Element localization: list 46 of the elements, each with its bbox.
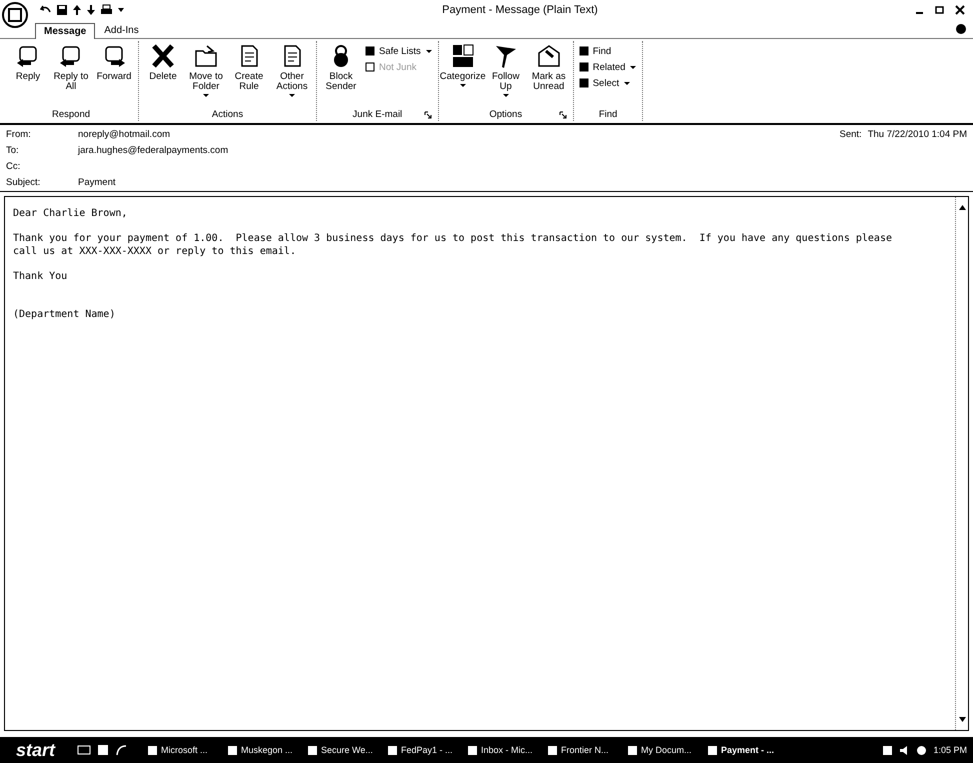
- ribbon-tab[interactable]: Message: [35, 23, 96, 39]
- ribbon-button[interactable]: Select: [578, 77, 638, 89]
- ribbon-button[interactable]: Block Sender: [321, 41, 361, 108]
- ribbon-button[interactable]: Find: [578, 45, 638, 57]
- ribbon-button[interactable]: Create Rule: [229, 41, 269, 108]
- group-label: Junk E-mail: [352, 109, 402, 120]
- taskbar-button[interactable]: FedPay1 - ...: [385, 742, 458, 758]
- body-text: Thank You: [13, 270, 68, 283]
- taskbar-button[interactable]: Microsoft ...: [145, 742, 218, 758]
- group-label: Respond: [52, 109, 90, 120]
- ribbon-button[interactable]: Move to Folder: [186, 41, 226, 108]
- header-label: Subject:: [6, 177, 42, 189]
- ribbon-button[interactable]: Forward: [94, 41, 134, 108]
- group-label: Options: [489, 109, 522, 120]
- start-button[interactable]: start: [0, 737, 70, 763]
- group-label: Actions: [212, 109, 244, 120]
- ribbon-button[interactable]: Other Actions: [272, 41, 312, 108]
- taskbar-button[interactable]: Frontier N...: [545, 742, 618, 758]
- header-value: jara.hughes@federalpayments.com: [78, 145, 228, 157]
- taskbar-button[interactable]: Payment - ...: [705, 742, 778, 758]
- window-title: Payment - Message (Plain Text): [441, 4, 599, 16]
- ribbon-button[interactable]: Safe Lists: [364, 45, 434, 57]
- header-value: Thu 7/22/2010 1:04 PM: [868, 129, 967, 140]
- body-text: Thank you for your payment of 1.00. Please allow 3 business days for us to post this transaction to our system. If you have any questions please call us at XXX-XXX-XXXX or reply to this email.: [13, 232, 893, 258]
- ribbon-button[interactable]: Categorize: [442, 41, 483, 108]
- taskbar-button[interactable]: Inbox - Mic...: [465, 742, 538, 758]
- taskbar-button[interactable]: My Docum...: [625, 742, 698, 758]
- taskbar-button[interactable]: Muskegon ...: [225, 742, 298, 758]
- header-label: To:: [6, 145, 20, 157]
- ribbon-button[interactable]: Reply to All: [51, 41, 91, 108]
- ribbon-button[interactable]: Related: [578, 61, 638, 73]
- ribbon-button[interactable]: Delete: [143, 41, 183, 108]
- ribbon-tab[interactable]: Add-Ins: [95, 22, 148, 38]
- group-label: Find: [598, 109, 618, 120]
- body-text: (Department Name): [13, 308, 116, 321]
- header-label: Cc:: [6, 161, 22, 173]
- header-value: noreply@hotmail.com: [78, 129, 170, 141]
- header-label: From:: [6, 129, 32, 141]
- ribbon-button[interactable]: Mark as Unread: [528, 41, 569, 108]
- taskbar-button[interactable]: Secure We...: [305, 742, 378, 758]
- ribbon-button[interactable]: Reply: [8, 41, 48, 108]
- ribbon-button[interactable]: Follow Up: [486, 41, 526, 108]
- header-label: Sent:: [840, 129, 862, 140]
- header-value: Payment: [78, 177, 116, 189]
- clock: 1:05 PM: [933, 745, 967, 755]
- body-text: Dear Charlie Brown,: [13, 207, 128, 220]
